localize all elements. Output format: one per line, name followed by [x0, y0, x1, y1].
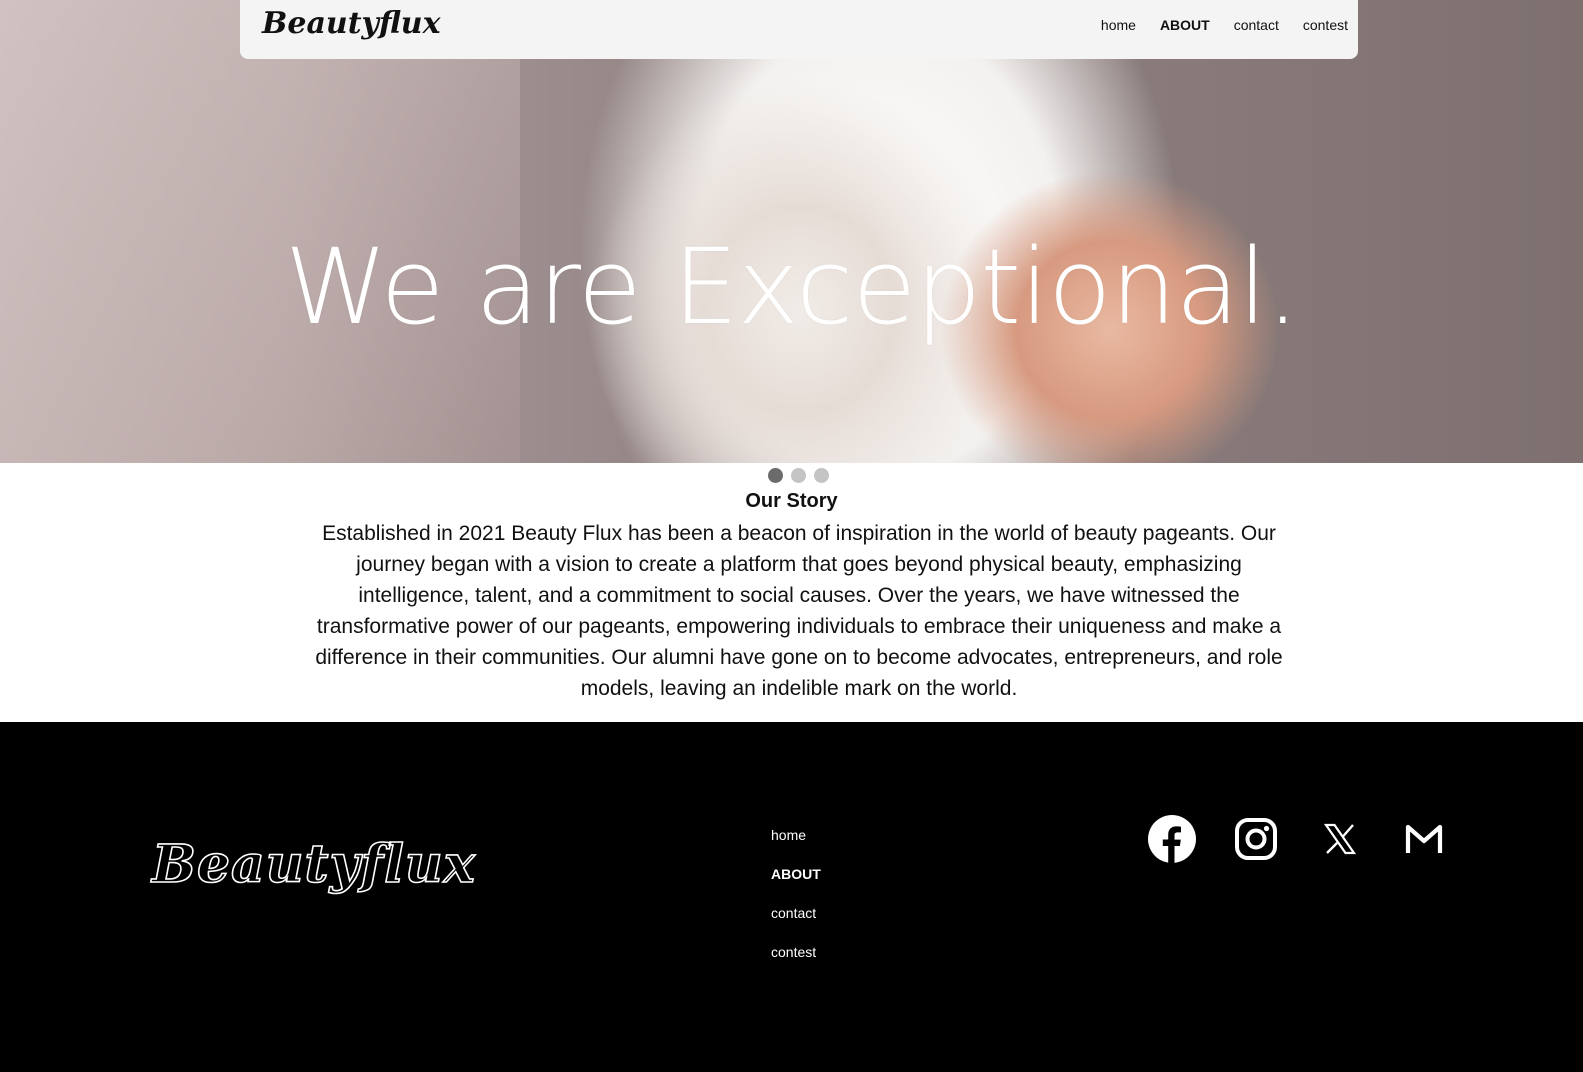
nav-links: home ABOUT contact contest: [1101, 17, 1348, 33]
footer-logo[interactable]: Beautyflux: [151, 833, 476, 896]
instagram-icon[interactable]: [1232, 815, 1280, 863]
story-text: Established in 2021 Beauty Flux has been…: [315, 522, 1283, 700]
hero-title: We are Exceptional.: [284, 226, 1300, 348]
footer-link-about[interactable]: ABOUT: [771, 865, 821, 884]
facebook-icon[interactable]: [1148, 815, 1196, 863]
story-title: Our Story: [745, 490, 838, 512]
carousel-dots: [768, 468, 829, 483]
social-links: [1148, 815, 1448, 863]
nav-logo[interactable]: Beautyflux: [262, 6, 441, 41]
footer-links: home ABOUT contact contest: [771, 826, 821, 962]
top-navbar: Beautyflux home ABOUT contact contest: [240, 0, 1358, 59]
nav-link-home[interactable]: home: [1101, 17, 1136, 33]
nav-link-contact[interactable]: contact: [1234, 17, 1279, 33]
nav-link-contest[interactable]: contest: [1303, 17, 1348, 33]
carousel-dot-1[interactable]: [768, 468, 783, 483]
gmail-icon[interactable]: [1400, 815, 1448, 863]
carousel-dot-2[interactable]: [791, 468, 806, 483]
carousel-dot-3[interactable]: [814, 468, 829, 483]
footer-link-contact[interactable]: contact: [771, 904, 821, 923]
footer: Beautyflux home ABOUT contact contest: [0, 722, 1583, 1072]
x-icon[interactable]: [1316, 815, 1364, 863]
hero-banner: We are Exceptional.: [0, 0, 1583, 463]
footer-link-contest[interactable]: contest: [771, 943, 821, 962]
nav-link-about[interactable]: ABOUT: [1160, 17, 1210, 33]
footer-link-home[interactable]: home: [771, 826, 821, 845]
